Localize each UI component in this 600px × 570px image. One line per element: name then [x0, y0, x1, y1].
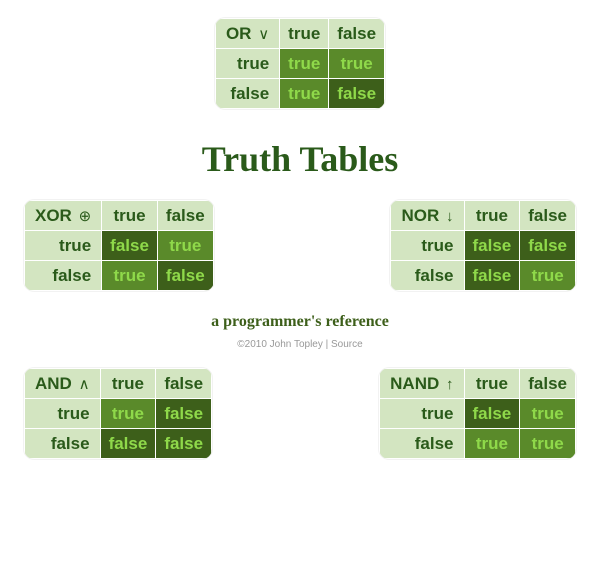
cell-nor-tf: false — [520, 231, 576, 261]
row-header-false: false — [380, 429, 464, 459]
op-label-nor: NOR ↓ — [391, 201, 464, 231]
top-row: OR ∨ true false true true true false tru… — [0, 18, 600, 114]
cell-xor-ff: false — [157, 261, 213, 291]
op-symbol-xor: ⊕ — [77, 208, 92, 225]
cell-and-tt: true — [100, 399, 156, 429]
col-header-true: true — [102, 201, 158, 231]
col-header-false: false — [520, 201, 576, 231]
cell-nand-tf: true — [520, 399, 576, 429]
op-label-nand: NAND ↑ — [380, 369, 464, 399]
cell-nor-ft: false — [464, 261, 520, 291]
col-header-false: false — [157, 201, 213, 231]
op-symbol-and: ∧ — [77, 376, 90, 393]
cell-or-tt: true — [280, 49, 329, 79]
op-label-and: AND ∧ — [25, 369, 101, 399]
cell-nand-ff: true — [520, 429, 576, 459]
cell-or-tf: true — [329, 49, 385, 79]
cell-and-ff: false — [156, 429, 212, 459]
cell-nor-tt: false — [464, 231, 520, 261]
col-header-false: false — [329, 19, 385, 49]
page-title: Truth Tables — [0, 138, 600, 180]
op-symbol-nand: ↑ — [444, 376, 454, 393]
col-header-false: false — [520, 369, 576, 399]
op-label-or: OR ∨ — [215, 19, 279, 49]
truth-table-nand: NAND ↑ true false true false true false … — [379, 368, 576, 459]
col-header-true: true — [280, 19, 329, 49]
bottom-row: AND ∧ true false true true false false f… — [0, 368, 600, 459]
cell-nand-tt: false — [464, 399, 520, 429]
cell-xor-tt: false — [102, 231, 158, 261]
op-label-xor: XOR ⊕ — [25, 201, 102, 231]
op-symbol-or: ∨ — [256, 26, 269, 43]
row-header-false: false — [25, 261, 102, 291]
cell-nand-ft: true — [464, 429, 520, 459]
row-header-false: false — [391, 261, 464, 291]
cell-xor-tf: true — [157, 231, 213, 261]
col-header-false: false — [156, 369, 212, 399]
row-header-true: true — [380, 399, 464, 429]
truth-table-or: OR ∨ true false true true true false tru… — [215, 18, 385, 109]
cell-or-ft: true — [280, 79, 329, 109]
cell-or-ff: false — [329, 79, 385, 109]
row-header-true: true — [25, 231, 102, 261]
cell-and-tf: false — [156, 399, 212, 429]
row-header-false: false — [215, 79, 279, 109]
row-header-true: true — [391, 231, 464, 261]
truth-table-xor: XOR ⊕ true false true false true false t… — [24, 200, 214, 291]
col-header-true: true — [100, 369, 156, 399]
truth-table-and: AND ∧ true false true true false false f… — [24, 368, 212, 459]
row-header-true: true — [215, 49, 279, 79]
cell-and-ft: false — [100, 429, 156, 459]
credit-line: ©2010 John Topley | Source — [0, 339, 600, 350]
row-header-true: true — [25, 399, 101, 429]
col-header-true: true — [464, 369, 520, 399]
op-symbol-nor: ↓ — [444, 208, 454, 225]
row-header-false: false — [25, 429, 101, 459]
middle-row: XOR ⊕ true false true false true false t… — [0, 200, 600, 291]
cell-xor-ft: true — [102, 261, 158, 291]
subtitle: a programmer's reference — [0, 313, 600, 331]
truth-table-nor: NOR ↓ true false true false false false … — [390, 200, 576, 291]
cell-nor-ff: true — [520, 261, 576, 291]
col-header-true: true — [464, 201, 520, 231]
